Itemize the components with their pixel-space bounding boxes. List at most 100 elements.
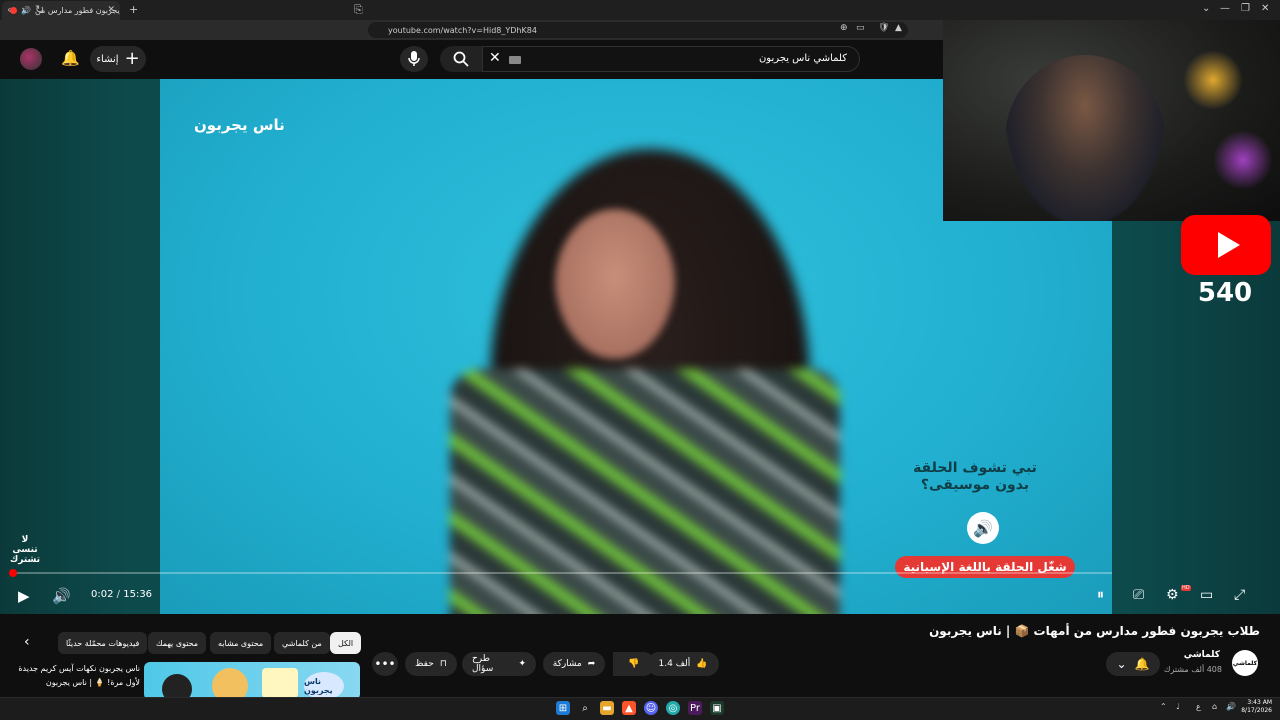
channel-avatar[interactable]: كلماشي <box>1232 650 1258 676</box>
app-icon[interactable]: ◎ <box>666 701 680 715</box>
mic-tray-icon[interactable]: ♩ <box>1176 702 1180 711</box>
thumbs-down-icon: 👎 <box>628 659 640 669</box>
clear-icon[interactable]: ✕ <box>489 50 501 66</box>
chip-recently-uploaded[interactable]: فيديوهات محمّلة حديثًا <box>58 632 148 654</box>
close-window-button[interactable]: ✕ <box>1261 3 1269 14</box>
clock-date: 8/17/2026 <box>1241 707 1272 714</box>
share-button[interactable]: مشاركة ➦ <box>543 652 605 676</box>
file-explorer-icon[interactable]: ▬ <box>600 701 614 715</box>
mic-button[interactable] <box>400 46 428 72</box>
youtube-counter: 540 <box>1197 278 1253 308</box>
forward-icon[interactable]: › <box>21 3 25 16</box>
theater-mode-icon[interactable]: ▭ <box>1200 587 1213 603</box>
reload-icon[interactable]: ↻ <box>35 3 44 16</box>
address-bar[interactable]: youtube.com/watch?v=Hid8_YDhK84 <box>368 22 908 38</box>
share-icon: ➦ <box>587 659 596 669</box>
keyboard-icon[interactable] <box>509 56 521 64</box>
premiere-icon[interactable]: Pr <box>688 701 702 715</box>
browser-tab[interactable]: 🔊 طلاب يجربون فطور مدارس من ✕ <box>2 1 120 20</box>
chip-for-you[interactable]: محتوى يهمك <box>148 632 207 654</box>
like-count: 1.4 ألف <box>658 659 691 669</box>
recommendation-thumbnail[interactable]: ناس يجربون <box>144 662 360 700</box>
bell-icon[interactable]: 🔔 <box>61 49 80 67</box>
channel-name[interactable]: كلماشي <box>1184 650 1220 660</box>
thumb-icecream <box>212 668 248 700</box>
video-title: طلاب يجربون فطور مدارس من أمهات 📦 | ناس … <box>929 624 1260 638</box>
brave-browser-icon[interactable]: ▲ <box>622 701 636 715</box>
language-indicator[interactable]: ع <box>1196 702 1201 711</box>
back-icon[interactable]: ‹ <box>7 3 11 16</box>
taskbar <box>0 697 1280 720</box>
thumb-cup <box>262 668 298 698</box>
share-label: مشاركة <box>552 659 582 669</box>
ask-label: طرح سؤال <box>472 654 494 674</box>
settings-icon[interactable]: ⚙ <box>1166 587 1179 603</box>
speaker-icon[interactable]: 🔊 <box>967 512 999 544</box>
app-icon-2[interactable]: ▣ <box>710 701 724 715</box>
chip-all[interactable]: الكل <box>330 632 362 654</box>
chip-from-channel[interactable]: من كلماشي <box>274 632 330 654</box>
network-icon[interactable]: ⌂ <box>1212 702 1217 711</box>
progress-scrubber[interactable] <box>9 569 17 577</box>
discord-icon[interactable]: ☺ <box>644 701 658 715</box>
video-subject-face <box>555 209 675 359</box>
cast-icon[interactable]: ▭ <box>856 23 865 33</box>
hd-badge: HD <box>1181 585 1191 591</box>
volume-tray-icon[interactable]: 🔊 <box>1226 702 1236 711</box>
avatar[interactable] <box>20 48 42 70</box>
fullscreen-icon[interactable]: ⤢ <box>1234 587 1245 603</box>
dislike-button[interactable]: 👎 <box>613 652 655 676</box>
progress-bar[interactable] <box>12 572 1112 574</box>
brave-rewards-icon[interactable]: ▲ <box>895 23 902 33</box>
save-button[interactable]: حفظ ⊓ <box>405 652 457 676</box>
browser-tabstrip <box>0 0 1280 20</box>
chevron-left-icon[interactable]: ‹ <box>24 634 30 650</box>
time-separator: / <box>116 589 121 600</box>
thumbs-up-icon: 👍 <box>696 659 708 669</box>
subscription-button[interactable]: ⌄ 🔔 <box>1106 652 1160 676</box>
ambient-light-purple <box>1213 130 1273 190</box>
video-brand-overlay: ناس يجربون <box>194 116 285 134</box>
system-clock[interactable]: 3:43 AM 8/17/2026 <box>1240 699 1272 715</box>
plus-icon: + <box>124 48 140 69</box>
recommendation-title[interactable]: ناس يجربون نكهات آيس كريم جديدة لأول مرة… <box>12 662 140 690</box>
more-actions-button[interactable]: ••• <box>372 652 398 676</box>
tray-chevron-icon[interactable]: ⌃ <box>1160 702 1167 711</box>
subscribe-reminder: لا تنسى تشترك <box>10 535 41 565</box>
bookmark-icon[interactable]: ⎘ <box>354 3 363 17</box>
thumb-brand: ناس يجربون <box>304 672 344 700</box>
search-query: كلماشي ناس يجربون <box>758 53 847 64</box>
play-icon[interactable]: ▶ <box>18 587 30 605</box>
save-label: حفظ <box>415 659 434 669</box>
ambient-light <box>1183 50 1243 110</box>
maximize-button[interactable]: ❐ <box>1241 3 1250 14</box>
subscriber-count: 408 ألف مشترك <box>1163 665 1222 674</box>
pause-autoplay-icon[interactable]: ⏸ <box>1097 587 1104 603</box>
search-button[interactable] <box>440 46 482 72</box>
close-tab-icon[interactable]: ✕ <box>107 5 115 15</box>
create-label: إنشاء <box>96 53 119 65</box>
chevron-down-icon: ⌄ <box>1116 657 1127 671</box>
brave-shield-icon[interactable]: 🛡 <box>878 23 889 33</box>
sparkle-icon: ✦ <box>518 659 526 669</box>
windows-start-icon[interactable]: ⊞ <box>556 701 570 715</box>
minimize-button[interactable]: — <box>1220 3 1230 14</box>
search-icon <box>453 51 469 67</box>
like-button[interactable]: 1.4 ألف 👍 <box>647 652 719 676</box>
url-text: youtube.com/watch?v=Hid8_YDhK84 <box>388 25 537 35</box>
tab-search-icon[interactable]: ⌄ <box>1202 3 1210 14</box>
subtitles-icon[interactable]: ⎚ <box>1133 587 1144 603</box>
clock-time: 3:43 AM <box>1247 699 1272 706</box>
mic-icon <box>408 51 420 66</box>
search-taskbar-icon[interactable]: ⌕ <box>578 701 592 715</box>
search-input[interactable]: ✕ كلماشي ناس يجربون <box>482 46 860 72</box>
time-display: 0:02 / 15:36 <box>91 589 152 600</box>
new-tab-button[interactable]: + <box>129 3 138 16</box>
volume-icon[interactable]: 🔊 <box>52 587 71 605</box>
ask-button[interactable]: طرح سؤال ✦ <box>462 652 536 676</box>
spanish-audio-button[interactable]: شغّل الحلقة باللغة الإسبانية <box>895 556 1075 578</box>
zoom-icon[interactable]: ⊕ <box>840 23 848 33</box>
create-button[interactable]: إنشاء + <box>90 46 146 72</box>
promo-question: تبي تشوف الحلقة بدون موسيقى؟ <box>913 460 1037 493</box>
chip-related[interactable]: محتوى مشابه <box>210 632 272 654</box>
